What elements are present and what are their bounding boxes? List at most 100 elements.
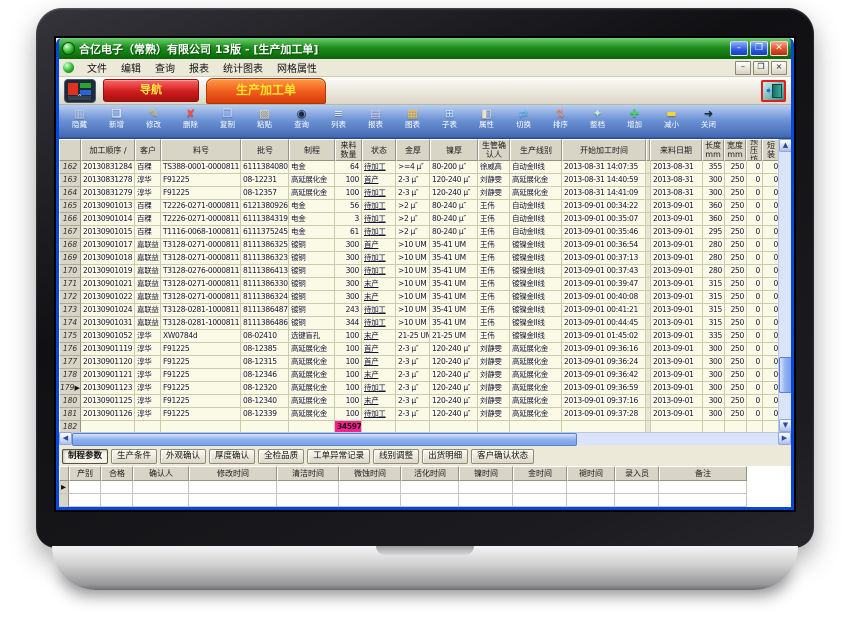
cell-process[interactable]: 高延展化金 xyxy=(289,356,335,369)
cell-confirmer[interactable]: 刘静雯 xyxy=(478,395,510,408)
cell-line[interactable]: 高延展化金 xyxy=(510,356,562,369)
cell-part_no[interactable]: T1116-0068-1000811 xyxy=(161,226,241,239)
cell-process[interactable]: 电金 xyxy=(289,226,335,239)
cell-start_time[interactable]: 2013-09-01 00:34:22 xyxy=(562,200,646,213)
toolbar-button[interactable]: ▬减小 xyxy=(653,107,690,129)
toolbar-button[interactable]: ⇄切换 xyxy=(505,107,542,129)
cell-rowno[interactable]: 162 xyxy=(59,161,81,174)
cell-ni[interactable]: 120-240 μ″ xyxy=(430,395,478,408)
table-row[interactable]: 17220130901022嘉联益T3128-0271-000081181113… xyxy=(59,291,778,304)
cell-customer[interactable]: 百稞 xyxy=(135,161,161,174)
cell-line[interactable]: 高延展化金 xyxy=(510,395,562,408)
cell-lot_no[interactable]: 8111386330 xyxy=(241,278,289,291)
menu-item[interactable]: 编辑 xyxy=(114,59,148,76)
cell-rowno[interactable]: 181 xyxy=(59,408,81,421)
table-row[interactable]: 17020130901019嘉联益T3128-0276-000081181113… xyxy=(59,265,778,278)
cell-ni[interactable]: 35-41 UM xyxy=(430,252,478,265)
cell-rowno[interactable]: 179▶ xyxy=(59,382,81,395)
column-header-confirmer[interactable]: 生管确认人 xyxy=(478,139,510,161)
cell-start_time[interactable]: 2013-09-01 09:36:59 xyxy=(562,382,646,395)
cell-start_time[interactable]: 2013-09-01 00:41:21 xyxy=(562,304,646,317)
cell-lot_no[interactable]: 6121380926 xyxy=(241,200,289,213)
menu-item[interactable]: 统计图表 xyxy=(216,59,270,76)
cell-lot_no[interactable]: 8111386325 xyxy=(241,239,289,252)
cell-start_time[interactable]: 2013-09-01 09:36:42 xyxy=(562,369,646,382)
cell-au[interactable]: 2-3 μ″ xyxy=(396,174,430,187)
cell-au[interactable]: >10 UM xyxy=(396,291,430,304)
cell-au[interactable]: >10 UM xyxy=(396,317,430,330)
cell-seq[interactable]: 20130901119 xyxy=(81,343,135,356)
table-row[interactable]: 18120130901126淳华F9122508-12339高延展化金100待加… xyxy=(59,408,778,421)
cell-customer[interactable]: 嘉联益 xyxy=(135,239,161,252)
cell-seq[interactable]: 20130831279 xyxy=(81,187,135,200)
cell-wid[interactable]: 250 xyxy=(725,382,747,395)
toolbar-button[interactable]: ≡列表 xyxy=(320,107,357,129)
cell-lot_no[interactable]: 6111384319 xyxy=(241,213,289,226)
column-header-line[interactable]: 生产线别 xyxy=(510,139,562,161)
cell-short[interactable]: 0 xyxy=(763,252,778,265)
cell-au[interactable]: >10 UM xyxy=(396,278,430,291)
table-row[interactable]: 16720130901015百稞T1116-0068-1000811611137… xyxy=(59,226,778,239)
cell-au[interactable]: >10 UM xyxy=(396,252,430,265)
cell-start_time[interactable]: 2013-09-01 00:36:54 xyxy=(562,239,646,252)
table-row[interactable]: 17820130901121淳华F9122508-12346高延展化金100末产… xyxy=(59,369,778,382)
cell-status[interactable]: 首产 xyxy=(362,239,396,252)
column-header-start_time[interactable]: 开始加工时间 xyxy=(562,139,646,161)
subtable-cell[interactable] xyxy=(189,481,277,494)
cell-len[interactable]: 280 xyxy=(703,265,725,278)
cell-part_no[interactable]: T3128-0271-0000811 xyxy=(161,239,241,252)
cell-status[interactable]: 首产 xyxy=(362,356,396,369)
cell-len[interactable]: 300 xyxy=(703,187,725,200)
table-row[interactable]: 179▶20130901123淳华F9122508-12320高延展化金100待… xyxy=(59,382,778,395)
cell-line[interactable]: 高延展化金 xyxy=(510,408,562,421)
column-header-len[interactable]: 长度 mm xyxy=(702,139,724,161)
toolbar-button[interactable]: ◉查询 xyxy=(283,107,320,129)
cell-pre[interactable]: 0 xyxy=(747,213,763,226)
subtable-cell[interactable] xyxy=(339,494,401,507)
cell-len[interactable]: 295 xyxy=(703,226,725,239)
cell-ni[interactable]: 35-41 UM xyxy=(430,239,478,252)
cell-len[interactable]: 315 xyxy=(703,278,725,291)
cell-lot_no[interactable]: 8111386324 xyxy=(241,291,289,304)
cell-date[interactable]: 2013-09-01 xyxy=(651,200,703,213)
cell-wid[interactable]: 250 xyxy=(725,317,747,330)
cell-status[interactable]: 待加工 xyxy=(362,382,396,395)
cell-confirmer[interactable]: 刘静雯 xyxy=(478,356,510,369)
cell-len[interactable]: 300 xyxy=(703,408,725,421)
cell-pre[interactable]: 0 xyxy=(747,174,763,187)
cell-qty[interactable]: 243 xyxy=(335,304,362,317)
cell-short[interactable]: 0 xyxy=(763,343,778,356)
cell-ni[interactable]: 120-240 μ″ xyxy=(430,174,478,187)
cell-customer[interactable]: 嘉联益 xyxy=(135,265,161,278)
subtable-column-header[interactable]: 褪时间 xyxy=(567,466,615,481)
cell-rowno[interactable]: 169 xyxy=(59,252,81,265)
subtable-cell[interactable] xyxy=(277,494,339,507)
subtable-cell[interactable]: ▶ xyxy=(59,481,69,494)
cell-line[interactable]: 镀镍金II线 xyxy=(510,304,562,317)
cell-len[interactable]: 280 xyxy=(703,239,725,252)
cell-confirmer[interactable]: 刘静雯 xyxy=(478,408,510,421)
cell-lot_no[interactable]: 6111375245 xyxy=(241,226,289,239)
cell-date[interactable]: 2013-09-01 xyxy=(651,226,703,239)
cell-process[interactable]: 电金 xyxy=(289,161,335,174)
cell-confirmer[interactable]: 刘静雯 xyxy=(478,174,510,187)
cell-ni[interactable]: 35-41 UM xyxy=(430,291,478,304)
cell-pre[interactable]: 0 xyxy=(747,161,763,174)
cell-status[interactable]: 末产 xyxy=(362,330,396,343)
menu-item[interactable]: 查询 xyxy=(148,59,182,76)
cell-confirmer[interactable]: 王伟 xyxy=(478,291,510,304)
cell-wid[interactable]: 250 xyxy=(725,395,747,408)
cell-au[interactable]: 2-3 μ″ xyxy=(396,343,430,356)
cell-au[interactable]: >2 μ″ xyxy=(396,226,430,239)
tab-8[interactable]: 出货明细 xyxy=(422,449,468,464)
cell-short[interactable]: 0 xyxy=(763,174,778,187)
cell-seq[interactable]: 20130901024 xyxy=(81,304,135,317)
cell-ni[interactable]: 120-240 μ″ xyxy=(430,369,478,382)
cell-seq[interactable]: 20130901017 xyxy=(81,239,135,252)
cell-short[interactable]: 0 xyxy=(763,213,778,226)
vertical-scrollbar[interactable]: ▲ ▼ xyxy=(778,139,791,432)
cell-ni[interactable]: 80-240 μ″ xyxy=(430,213,478,226)
tab-6[interactable]: 工单异常记录 xyxy=(307,449,370,464)
cell-wid[interactable]: 250 xyxy=(725,200,747,213)
table-row[interactable]: 17620130901119淳华F9122508-12385高延展化金100首产… xyxy=(59,343,778,356)
